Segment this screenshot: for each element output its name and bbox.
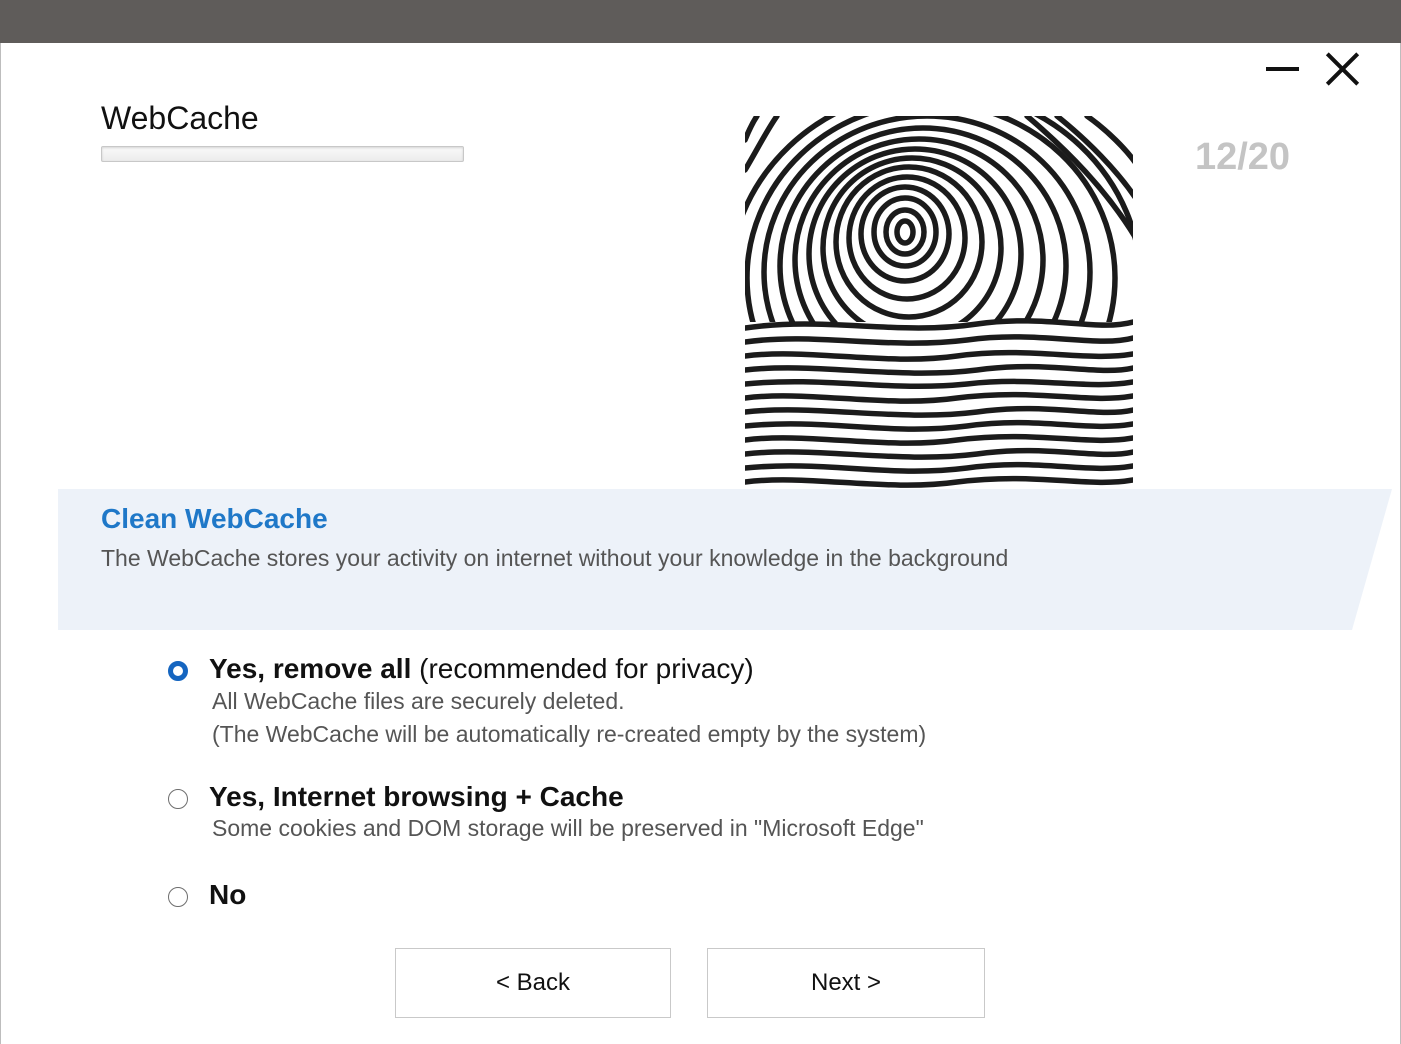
option-remove-all-desc-1: All WebCache files are securely deleted. xyxy=(212,688,625,714)
progress-bar xyxy=(101,146,464,162)
section-description: The WebCache stores your activity on int… xyxy=(101,545,1009,571)
option-remove-all-title-rest: (recommended for privacy) xyxy=(411,653,754,684)
option-remove-all-title: Yes, remove all (recommended for privacy… xyxy=(209,653,754,685)
radio-browsing-cache[interactable] xyxy=(168,789,188,809)
option-no-title: No xyxy=(209,879,246,911)
window-titlebar[interactable] xyxy=(0,0,1401,43)
minimize-icon[interactable] xyxy=(1262,50,1302,90)
step-counter: 12/20 xyxy=(1194,136,1291,178)
option-browsing-cache-title-bold: Yes, Internet browsing + Cache xyxy=(209,781,624,812)
fingerprint-image xyxy=(737,110,1137,498)
option-remove-all-title-bold: Yes, remove all xyxy=(209,653,412,684)
app-title: WebCache xyxy=(101,100,259,136)
option-browsing-cache-title: Yes, Internet browsing + Cache xyxy=(209,781,624,813)
option-no-title-bold: No xyxy=(209,879,247,910)
radio-no[interactable] xyxy=(168,887,188,907)
section-heading: Clean WebCache xyxy=(101,503,328,534)
close-icon[interactable] xyxy=(1320,50,1360,90)
back-button[interactable]: < Back xyxy=(395,948,671,1018)
radio-remove-all[interactable] xyxy=(168,661,188,681)
option-remove-all-desc-2: (The WebCache will be automatically re-c… xyxy=(212,721,927,747)
option-browsing-cache-desc: Some cookies and DOM storage will be pre… xyxy=(212,815,924,841)
next-button[interactable]: Next > xyxy=(707,948,985,1018)
